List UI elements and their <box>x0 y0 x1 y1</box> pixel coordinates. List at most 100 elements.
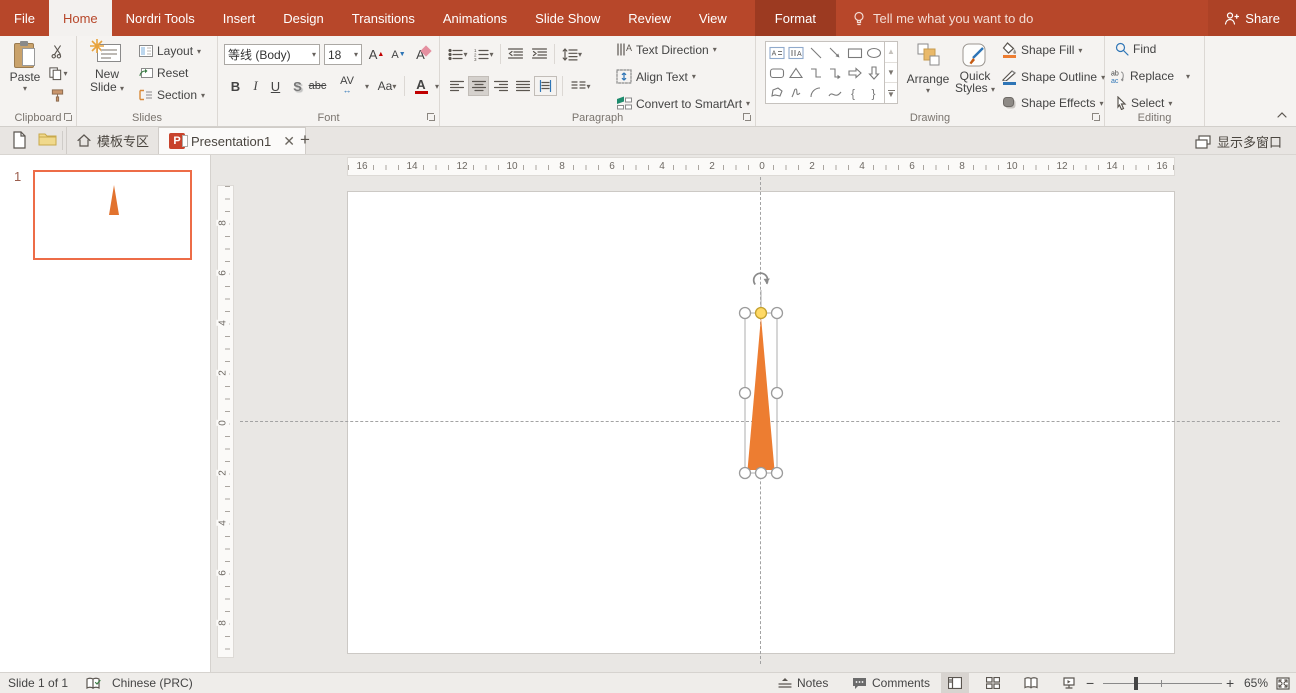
shapes-more-button[interactable]: ▼ <box>885 83 897 103</box>
copy-dropdown-arrow[interactable]: ▾ <box>63 69 67 78</box>
close-tab-icon[interactable]: ✕ <box>283 133 295 150</box>
reading-view-button[interactable] <box>1017 673 1045 693</box>
tab-insert[interactable]: Insert <box>209 0 270 36</box>
convert-to-smartart-button[interactable]: Convert to SmartArt▾ <box>616 96 750 111</box>
normal-view-button[interactable] <box>941 673 969 693</box>
tab-format[interactable]: Format <box>755 0 836 36</box>
shape-down-arrow-icon[interactable] <box>865 63 885 83</box>
template-zone-tab[interactable]: 模板专区 <box>66 127 160 154</box>
paste-button[interactable]: Paste ▾ <box>6 41 44 93</box>
shape-elbow-connector-icon[interactable] <box>806 63 826 83</box>
new-document-button[interactable] <box>12 131 27 152</box>
tab-file[interactable]: File <box>0 0 49 36</box>
comments-button[interactable]: Comments <box>852 673 930 693</box>
bullets-button[interactable]: ▾ <box>446 44 470 64</box>
adjust-handle[interactable] <box>756 308 767 319</box>
font-size-combo[interactable]: 18▾ <box>324 44 362 65</box>
shape-outline-button[interactable]: Shape Outline▾ <box>1002 69 1105 85</box>
layout-button[interactable]: Layout▾ <box>139 44 201 58</box>
zoom-slider-track[interactable] <box>1103 683 1222 684</box>
clipboard-dialog-launcher[interactable] <box>64 113 73 122</box>
strikethrough-button[interactable]: abc <box>308 76 327 96</box>
align-right-button[interactable] <box>490 76 511 96</box>
rotation-handle-icon[interactable] <box>754 273 770 284</box>
replace-button[interactable]: abac Replace▾ <box>1111 69 1190 83</box>
shape-rounded-rectangle-icon[interactable] <box>767 63 787 83</box>
change-case-button[interactable]: Aa▾ <box>376 76 398 96</box>
presentation1-tab[interactable]: P Presentation1 ✕ <box>158 127 306 154</box>
shape-arrow-icon[interactable] <box>826 43 846 63</box>
show-multiple-windows-button[interactable]: 显示多窗口 <box>1195 132 1282 151</box>
decrease-indent-button[interactable] <box>504 44 526 64</box>
increase-font-size-button[interactable]: A▲ <box>366 44 387 65</box>
format-painter-button[interactable] <box>46 86 68 104</box>
reset-button[interactable]: Reset <box>139 66 188 80</box>
copy-button[interactable]: ▾ <box>44 64 72 82</box>
resize-handle-top-right[interactable] <box>772 308 783 319</box>
share-button[interactable]: Share <box>1208 0 1296 36</box>
slide-sorter-view-button[interactable] <box>979 673 1007 693</box>
zoom-in-button[interactable]: + <box>1226 673 1234 693</box>
shape-vertical-text-box-icon[interactable]: A <box>787 43 807 63</box>
isosceles-triangle-shape[interactable] <box>748 317 775 470</box>
tab-animations[interactable]: Animations <box>429 0 521 36</box>
tab-slide-show[interactable]: Slide Show <box>521 0 614 36</box>
slide-1-thumbnail[interactable] <box>33 170 192 260</box>
zoom-slider-handle[interactable] <box>1134 677 1138 690</box>
paste-dropdown-arrow[interactable]: ▾ <box>23 84 27 93</box>
font-color-button[interactable]: A <box>410 76 432 96</box>
tab-transitions[interactable]: Transitions <box>338 0 429 36</box>
shape-arc-icon[interactable] <box>806 83 826 103</box>
shape-freeform-icon[interactable] <box>767 83 787 103</box>
shape-text-box-icon[interactable]: A <box>767 43 787 63</box>
text-direction-button[interactable]: A Text Direction▾ <box>616 42 717 57</box>
distribute-text-button[interactable] <box>534 76 557 96</box>
resize-handle-bottom-right[interactable] <box>772 468 783 479</box>
zoom-level[interactable]: 65% <box>1244 673 1268 693</box>
notes-button[interactable]: Notes <box>778 673 828 693</box>
columns-button[interactable]: ▾ <box>566 76 596 96</box>
shape-oval-icon[interactable] <box>865 43 885 63</box>
spell-check-button[interactable] <box>86 673 101 693</box>
justify-button[interactable] <box>512 76 533 96</box>
resize-handle-top-left[interactable] <box>740 308 751 319</box>
tab-review[interactable]: Review <box>614 0 685 36</box>
italic-button[interactable]: I <box>246 76 265 96</box>
resize-handle-bottom-left[interactable] <box>740 468 751 479</box>
shape-right-brace-icon[interactable]: } <box>865 83 885 103</box>
text-shadow-button[interactable]: S <box>288 76 307 96</box>
tab-view[interactable]: View <box>685 0 741 36</box>
shapes-scroll-up-button[interactable]: ▲ <box>885 42 897 63</box>
shape-rectangle-icon[interactable] <box>845 43 865 63</box>
slide-show-view-button[interactable] <box>1055 673 1083 693</box>
resize-handle-bottom-center[interactable] <box>756 468 767 479</box>
align-left-button[interactable] <box>446 76 467 96</box>
line-spacing-button[interactable]: ▾ <box>558 44 586 64</box>
shape-elbow-arrow-connector-icon[interactable] <box>826 63 846 83</box>
numbering-button[interactable]: 123 ▾ <box>472 44 496 64</box>
shape-isosceles-triangle-icon[interactable] <box>787 63 807 83</box>
align-text-button[interactable]: Align Text▾ <box>616 69 696 84</box>
tell-me-box[interactable]: Tell me what you want to do <box>852 0 1033 36</box>
select-button[interactable]: Select▾ <box>1115 96 1172 110</box>
resize-handle-mid-left[interactable] <box>740 388 751 399</box>
shape-curve-icon[interactable] <box>826 83 846 103</box>
resize-handle-mid-right[interactable] <box>772 388 783 399</box>
clear-formatting-button[interactable]: A <box>412 44 434 65</box>
shape-left-brace-icon[interactable]: { <box>845 83 865 103</box>
arrange-button[interactable]: Arrange ▾ <box>906 42 950 95</box>
shape-effects-button[interactable]: Shape Effects▾ <box>1002 96 1104 110</box>
cut-button[interactable] <box>46 42 68 60</box>
new-slide-button[interactable]: New Slide ▾ <box>85 41 129 95</box>
shape-fill-button[interactable]: Shape Fill▾ <box>1002 42 1082 58</box>
drawing-dialog-launcher[interactable] <box>1092 113 1101 122</box>
tab-nordri-tools[interactable]: Nordri Tools <box>112 0 209 36</box>
decrease-font-size-button[interactable]: A▼ <box>388 44 409 65</box>
tab-design[interactable]: Design <box>269 0 337 36</box>
find-button[interactable]: Find <box>1115 42 1156 56</box>
character-spacing-dropdown[interactable]: ▾ <box>360 76 374 96</box>
section-button[interactable]: Section▾ <box>139 88 205 102</box>
align-center-button[interactable] <box>468 76 489 96</box>
shapes-scroll-down-button[interactable]: ▼ <box>885 63 897 84</box>
fit-to-window-button[interactable] <box>1276 673 1290 693</box>
